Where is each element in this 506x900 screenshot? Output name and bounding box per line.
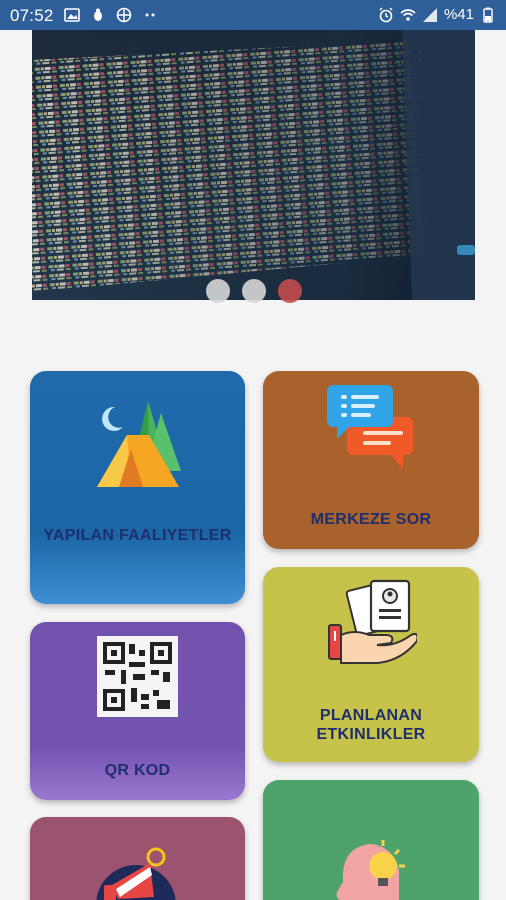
ideas-card[interactable]: [263, 780, 479, 900]
announcements-card[interactable]: [30, 817, 245, 900]
activities-card[interactable]: YAPILAN FAALIYETLER: [30, 371, 245, 604]
code-screen-image: [32, 30, 475, 300]
alarm-icon: [379, 7, 393, 22]
planned-events-card[interactable]: PLANLANAN ETKINLIKLER: [263, 567, 479, 762]
banner-carousel[interactable]: [32, 30, 475, 300]
carousel-dot-2[interactable]: [242, 279, 266, 303]
megaphone-icon: [96, 847, 176, 900]
carousel-indicator: [206, 279, 302, 303]
qr-code-label: QR KOD: [104, 762, 171, 779]
carousel-dot-1[interactable]: [206, 279, 230, 303]
head-lightbulb-icon: [336, 840, 405, 900]
status-left-icons: [64, 7, 158, 23]
wifi-icon: [400, 8, 416, 21]
image-icon: [64, 8, 80, 22]
ask-center-card[interactable]: MERKEZE SOR: [263, 371, 479, 549]
bug-icon: [94, 8, 102, 21]
signal-icon: [422, 7, 437, 22]
qr-code-card[interactable]: QR KOD: [30, 622, 245, 800]
activities-label: YAPILAN FAALIYETLER: [43, 527, 232, 544]
planned-events-label: PLANLANAN ETKINLIKLER: [316, 707, 426, 743]
ask-center-label: MERKEZE SOR: [310, 511, 432, 528]
hand-cards-icon: [328, 579, 417, 664]
status-right-icons: %41: [378, 6, 496, 23]
carousel-dot-3-active[interactable]: [278, 279, 302, 303]
qr-code-icon: [97, 636, 178, 717]
chat-bubbles-icon: [327, 385, 413, 469]
status-time: 07:52: [10, 6, 54, 25]
status-bar: 07:52 %41: [0, 0, 506, 30]
globe-icon: [116, 7, 132, 23]
battery-percent: %41: [443, 6, 474, 23]
more-icon: [145, 13, 155, 17]
tent-icon: [97, 401, 181, 487]
battery-icon: [483, 7, 493, 23]
